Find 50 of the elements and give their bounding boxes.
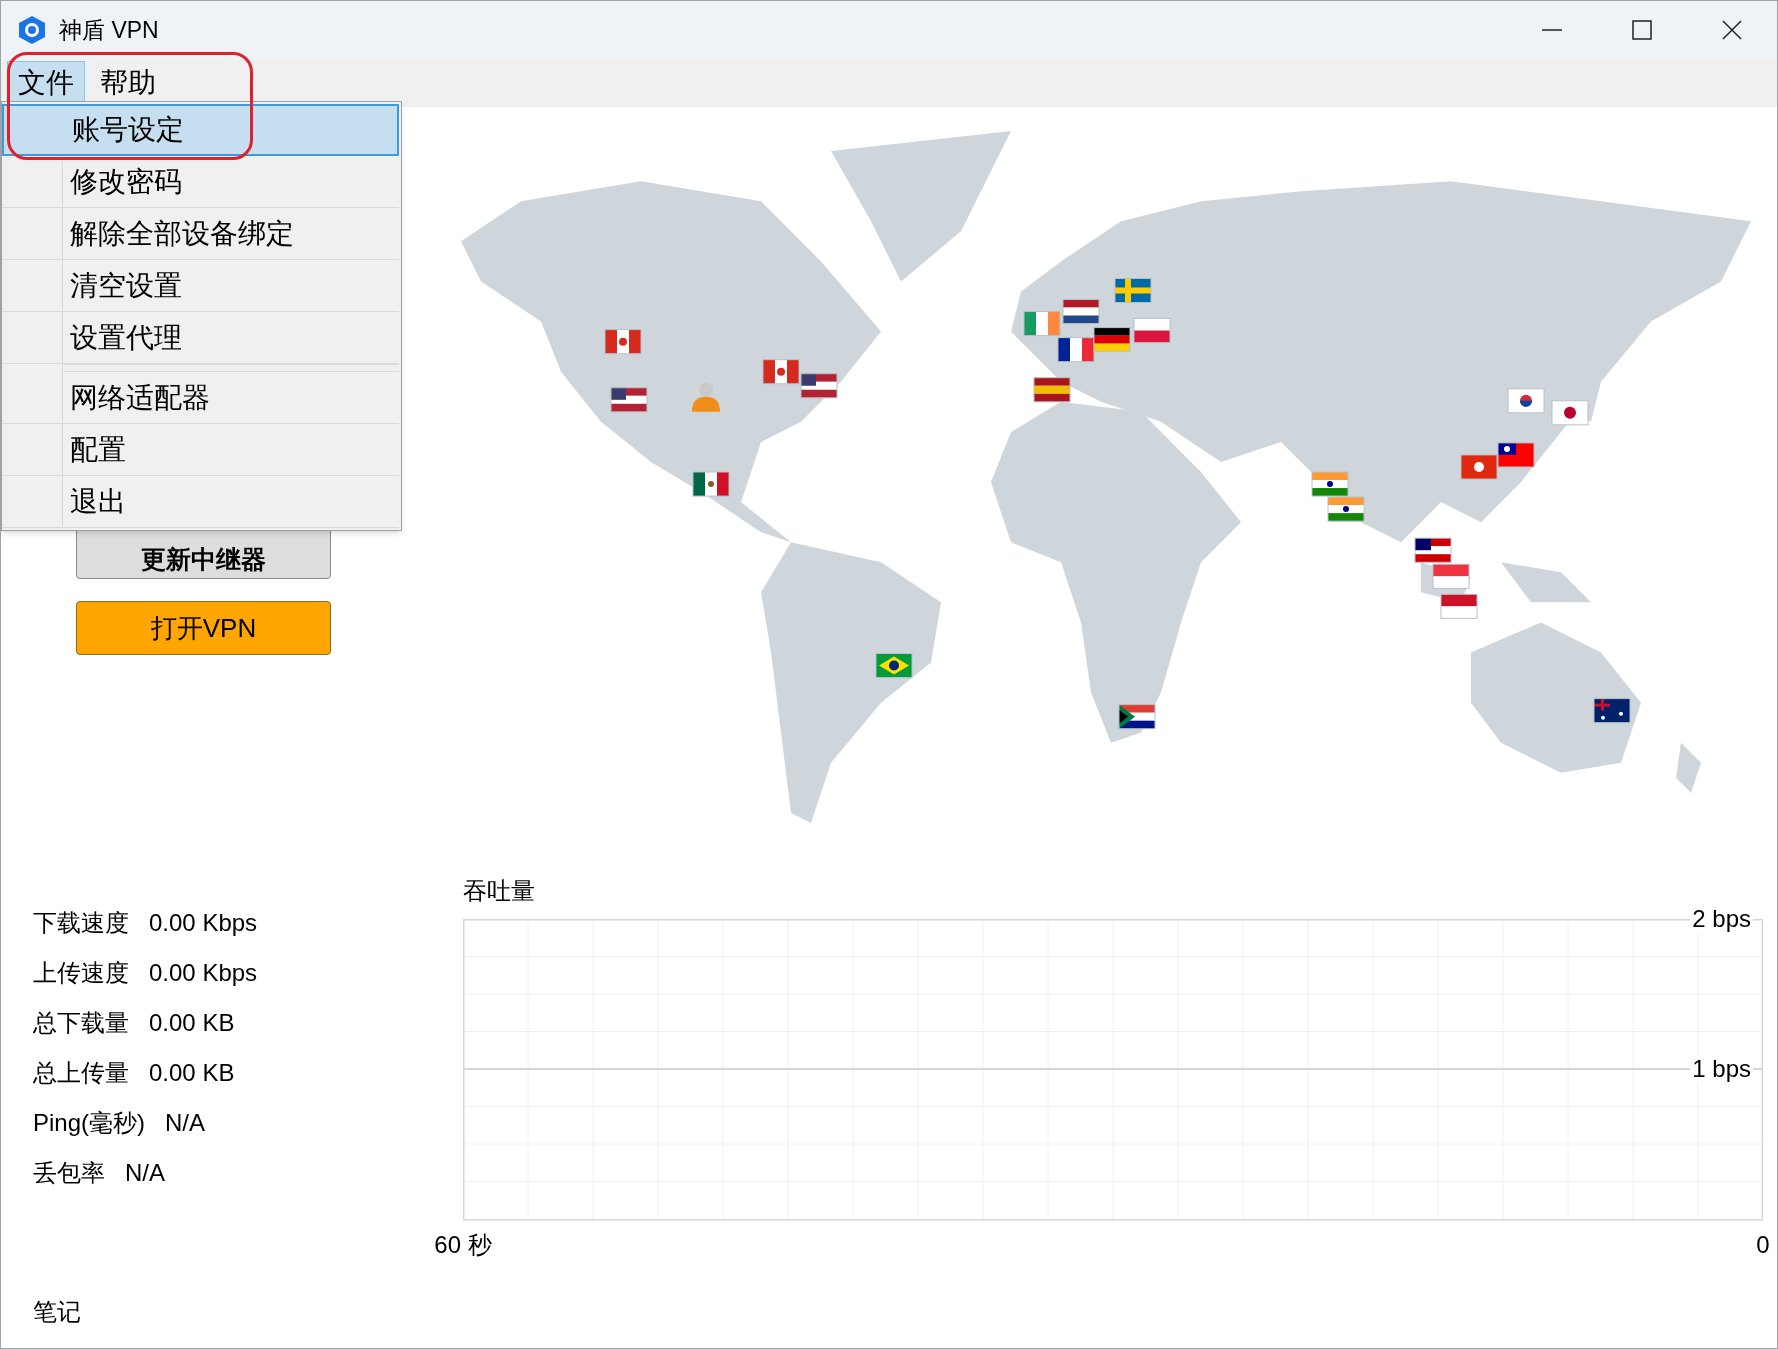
stat-label: 总下载量 [33,1008,129,1038]
shield-logo-icon [17,15,47,45]
minimize-icon [1542,29,1562,31]
flag-icon[interactable] [1327,496,1365,522]
flag-icon[interactable] [1062,299,1100,325]
x-tick-label: 60 秒 [434,1230,492,1260]
menu-item[interactable]: 修改密码 [2,156,399,208]
flag-icon[interactable] [1033,377,1071,403]
menu-item[interactable]: 配置 [2,424,399,476]
stat-value: N/A [125,1158,165,1188]
flag-icon[interactable] [1497,442,1535,468]
flag-icon[interactable] [1551,400,1589,426]
flag-icon[interactable] [610,387,648,413]
flag-icon[interactable] [1414,537,1452,563]
landmass [1676,742,1701,793]
menu-item[interactable]: 解除全部设备绑定 [2,208,399,260]
menu-item[interactable]: 清空设置 [2,260,399,312]
user-location-icon [692,382,720,412]
stat-value: 0.00 KB [149,1008,235,1038]
stat-label: 上传速度 [33,958,129,988]
menu-item[interactable]: 账号设定 [2,104,399,156]
notes-label: 笔记 [32,1297,81,1327]
flag-icon[interactable] [875,653,913,679]
stat-value: 0.00 Kbps [149,958,258,988]
maximize-icon [1632,20,1652,40]
chart-title: 吞吐量 [463,876,535,906]
menu-bar-item[interactable]: 帮助 [85,61,171,105]
stat-value: 0.00 Kbps [149,908,258,938]
menu-item[interactable]: 设置代理 [2,312,399,364]
menu-item[interactable]: 网络适配器 [2,372,399,424]
flag-icon[interactable] [1593,698,1631,724]
stat-label: 下载速度 [33,908,129,938]
flag-icon[interactable] [1093,327,1131,353]
flag-icon[interactable] [1118,704,1156,730]
flag-icon[interactable] [800,373,838,399]
connect-button[interactable]: 打开VPN [76,601,331,655]
flag-icon[interactable] [692,471,730,497]
menu-item[interactable]: 退出 [2,476,399,528]
y-tick-label: 1 bps [1690,1056,1753,1082]
stat-value: 0.00 KB [149,1058,235,1088]
window-title: 神盾 VPN [59,15,159,45]
stat-value: N/A [165,1108,206,1138]
flag-icon[interactable] [1507,388,1545,414]
stat-label: 总上传量 [33,1058,129,1088]
x-tick-label: 0 [1756,1230,1770,1260]
flag-icon[interactable] [1311,471,1349,497]
stat-label: 丢包率 [33,1158,105,1188]
flag-icon[interactable] [1057,337,1095,363]
close-icon [1722,20,1742,40]
stat-label: Ping(毫秒) [33,1108,146,1138]
